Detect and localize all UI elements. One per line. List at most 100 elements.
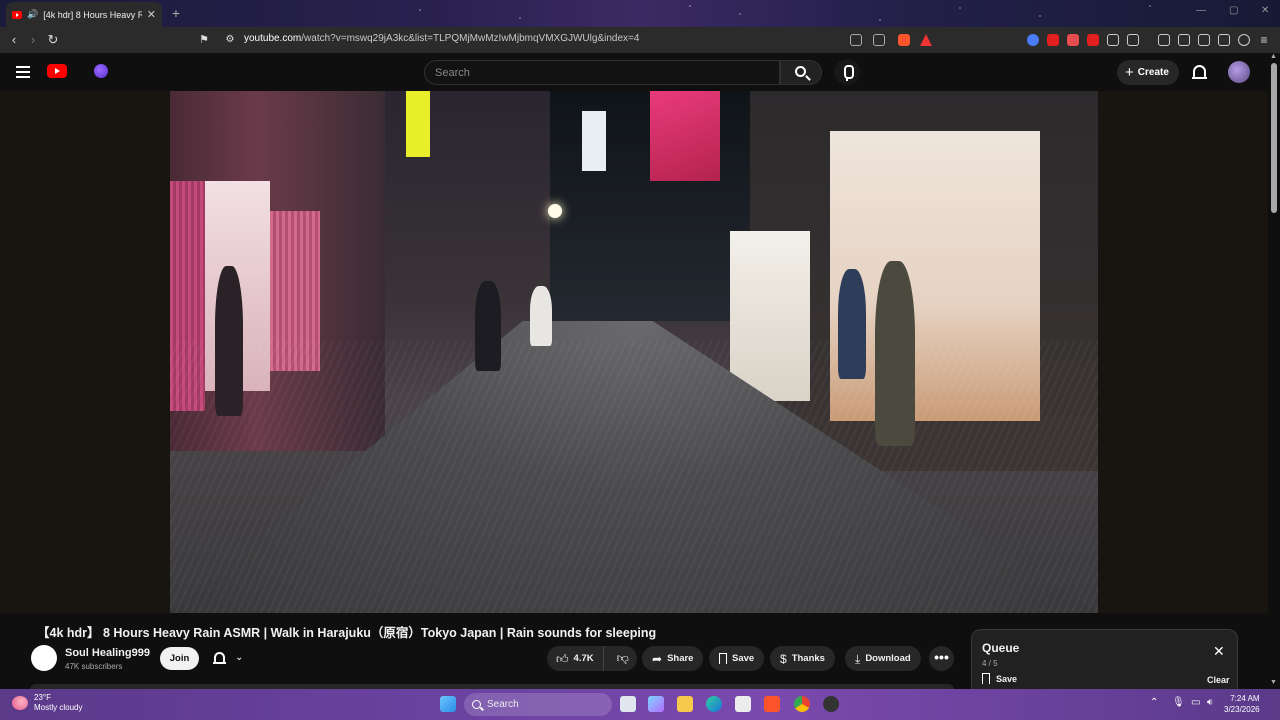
like-dislike-group: 👍︎ 4.7K 👎︎ xyxy=(547,646,637,671)
extension-5-icon[interactable] xyxy=(1107,34,1119,46)
chrome-icon[interactable] xyxy=(794,696,810,712)
subscription-notifications-button[interactable]: ⌄ xyxy=(205,647,253,670)
weather-widget[interactable]: 23°F Mostly cloudy xyxy=(12,693,82,713)
network-icon[interactable]: ▭ xyxy=(1191,697,1200,708)
subscriber-count: 47K subscribers xyxy=(65,662,123,671)
page-scrollbar[interactable]: ▲ ▼ xyxy=(1268,53,1280,689)
thumbs-up-icon: 👍︎ xyxy=(556,651,569,666)
create-button[interactable]: + Create xyxy=(1117,60,1179,85)
speaker-icon[interactable]: 🔊 xyxy=(27,9,38,20)
back-icon[interactable]: ‹ xyxy=(6,32,22,48)
share-page-icon[interactable] xyxy=(873,34,885,46)
tab-close-icon[interactable]: ✕ xyxy=(147,8,156,21)
search-box[interactable] xyxy=(424,60,780,85)
weather-icon xyxy=(12,696,28,710)
forward-icon[interactable]: › xyxy=(25,32,41,48)
search-icon xyxy=(472,700,481,709)
cast-icon[interactable] xyxy=(850,34,862,46)
user-avatar[interactable] xyxy=(1228,61,1250,83)
join-button[interactable]: Join xyxy=(160,647,199,670)
date: 3/23/2026 xyxy=(1224,705,1260,714)
media-icon[interactable] xyxy=(1158,34,1170,46)
thanks-button[interactable]: $ Thanks xyxy=(770,646,835,671)
queue-close-icon[interactable]: ✕ xyxy=(1213,644,1225,658)
browser-tab-active[interactable]: 🔊 [4k hdr] 8 Hours Heavy Rain ✕ xyxy=(6,2,162,27)
wallet-icon[interactable] xyxy=(1198,34,1210,46)
youtube-doodle-icon[interactable] xyxy=(68,61,108,81)
video-scene xyxy=(406,91,430,157)
share-label: Share xyxy=(667,653,694,664)
brave-rewards-icon[interactable] xyxy=(920,34,932,46)
share-button[interactable]: ➦ Share xyxy=(642,646,704,671)
more-actions-button[interactable]: ••• xyxy=(929,646,954,671)
dislike-button[interactable]: 👎︎ xyxy=(609,652,637,665)
address-bar[interactable]: youtube.com/watch?v=mswq29jA3kc&list=TLP… xyxy=(244,33,639,44)
reload-icon[interactable]: ↻ xyxy=(45,32,61,48)
scroll-up-icon[interactable]: ▲ xyxy=(1270,53,1277,60)
plus-icon: + xyxy=(1125,63,1134,81)
video-frame[interactable] xyxy=(170,91,1098,613)
bookmark-icon xyxy=(982,673,990,685)
weather-condition: Mostly cloudy xyxy=(34,703,83,712)
download-button[interactable]: ⤓ Download xyxy=(845,646,921,671)
volume-icon[interactable]: 🔉︎ xyxy=(1207,697,1213,708)
sidebar-icon[interactable] xyxy=(1178,34,1190,46)
search-icon xyxy=(795,66,806,77)
extension-6-icon[interactable] xyxy=(1127,34,1139,46)
save-button[interactable]: Save xyxy=(709,646,765,671)
window-close-icon[interactable]: ✕ xyxy=(1261,5,1269,16)
store-icon[interactable] xyxy=(735,696,751,712)
minimize-icon[interactable]: — xyxy=(1196,5,1206,16)
voice-search-icon[interactable] xyxy=(834,59,860,85)
search-button[interactable] xyxy=(780,60,822,85)
new-tab-button[interactable]: + xyxy=(168,5,184,21)
taskbar-search-label: Search xyxy=(487,699,519,710)
vpn-icon[interactable] xyxy=(1238,34,1250,46)
queue-save-button[interactable]: Save xyxy=(982,673,1017,685)
extension-4-icon[interactable] xyxy=(1087,34,1099,46)
extension-3-icon[interactable] xyxy=(1067,34,1079,46)
extension-1-icon[interactable] xyxy=(1027,34,1039,46)
browser-tab-strip: 🔊 [4k hdr] 8 Hours Heavy Rain ✕ + — ▢ ✕ xyxy=(0,0,1280,27)
show-hidden-icons-icon[interactable]: ⌃ xyxy=(1150,697,1158,708)
task-view-icon[interactable] xyxy=(620,696,636,712)
save-label: Save xyxy=(732,653,755,664)
menu-icon[interactable]: ≡ xyxy=(1256,32,1272,48)
obs-icon[interactable] xyxy=(823,696,839,712)
video-scene xyxy=(875,261,915,446)
edge-icon[interactable] xyxy=(706,696,722,712)
share-icon: ➦ xyxy=(652,651,663,666)
video-scene xyxy=(582,111,606,171)
site-settings-icon[interactable]: ⚙ xyxy=(222,32,238,48)
ai-assistant-icon[interactable] xyxy=(1218,34,1230,46)
microphone-icon[interactable]: 🎙︎ xyxy=(1172,697,1185,708)
url-host: youtube.com xyxy=(244,33,302,44)
extension-2-icon[interactable] xyxy=(1047,34,1059,46)
channel-avatar[interactable] xyxy=(31,645,57,671)
video-scene xyxy=(548,204,562,218)
chevron-down-icon: ⌄ xyxy=(235,652,244,663)
thumbs-down-icon: 👎︎ xyxy=(616,651,629,665)
start-icon[interactable] xyxy=(440,696,456,712)
video-scene xyxy=(650,91,720,181)
brave-icon[interactable] xyxy=(764,696,780,712)
clock[interactable]: 7:24 AM 3/23/2026 xyxy=(1224,693,1260,715)
taskbar-search[interactable]: Search xyxy=(464,693,612,716)
queue-clear-button[interactable]: Clear xyxy=(1207,675,1230,685)
notifications-icon[interactable] xyxy=(1192,65,1207,79)
scrollbar-thumb[interactable] xyxy=(1271,63,1277,213)
bookmark-icon xyxy=(719,653,727,665)
scroll-down-icon[interactable]: ▼ xyxy=(1270,679,1277,686)
bookmark-page-icon[interactable]: ⚑ xyxy=(196,32,212,48)
like-button[interactable]: 👍︎ 4.7K xyxy=(547,646,604,671)
file-explorer-icon[interactable] xyxy=(677,696,693,712)
channel-name[interactable]: Soul Healing999 xyxy=(65,647,150,659)
brave-shields-icon[interactable] xyxy=(898,34,910,46)
guide-menu-icon[interactable] xyxy=(16,66,30,78)
url-path: /watch?v=mswq29jA3kc&list=TLPQMjMwMzIwMj… xyxy=(301,33,640,44)
youtube-logo-icon[interactable] xyxy=(47,64,67,78)
search-input[interactable] xyxy=(425,61,779,84)
video-player[interactable] xyxy=(0,91,1268,613)
copilot-icon[interactable] xyxy=(648,696,664,712)
maximize-icon[interactable]: ▢ xyxy=(1229,5,1238,16)
